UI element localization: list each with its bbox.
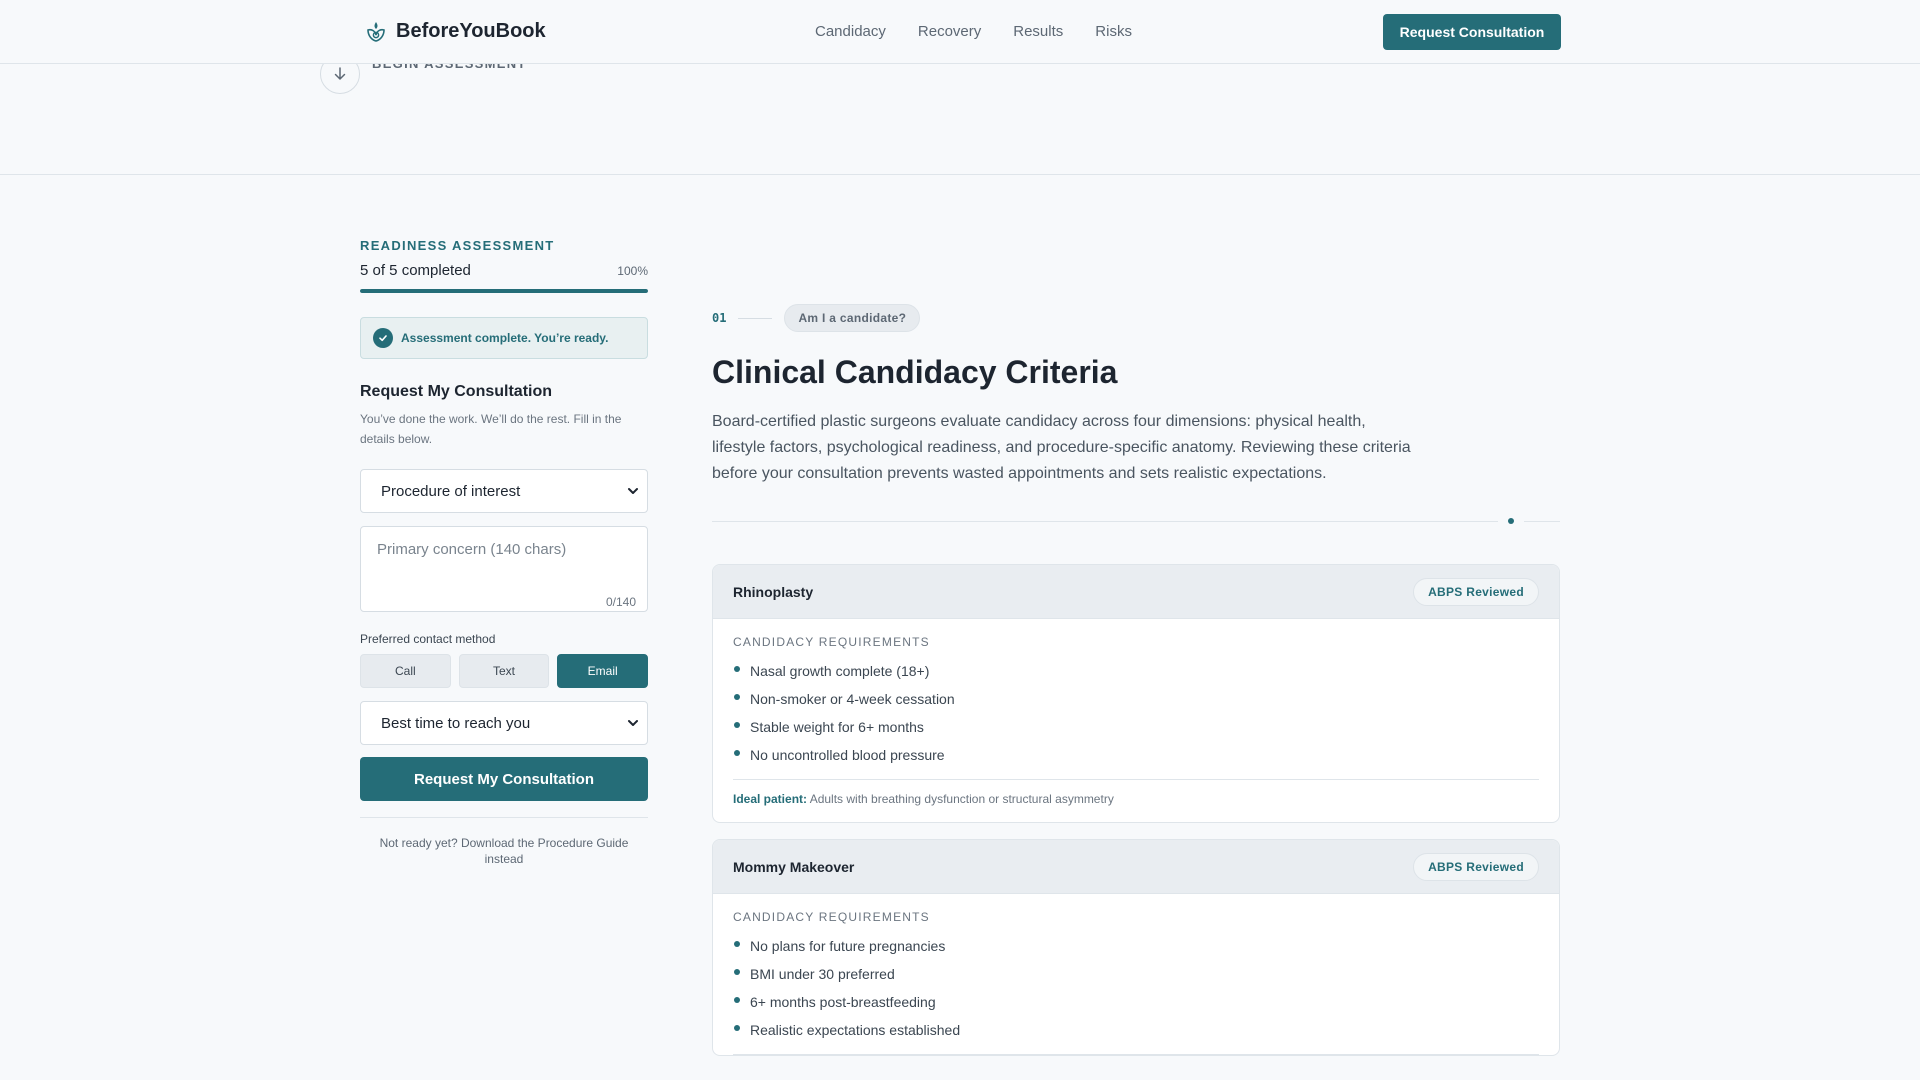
site-header: BeforeYouBook Candidacy Recovery Results…: [0, 0, 1920, 64]
section-description: Board-certified plastic surgeons evaluat…: [712, 413, 1411, 482]
nav-candidacy[interactable]: Candidacy: [815, 23, 886, 40]
section-divider: [0, 174, 1920, 175]
requirements-list: No plans for future pregnancies BMI unde…: [733, 932, 1539, 1044]
contact-call-button[interactable]: Call: [360, 654, 451, 688]
step-indicator: 01 Am I a candidate?: [712, 304, 1560, 332]
list-item: Nasal growth complete (18+): [733, 657, 1539, 685]
nav-risks[interactable]: Risks: [1095, 23, 1132, 40]
lotus-logo-icon: [367, 21, 385, 42]
card-title: Rhinoplasty: [733, 583, 814, 600]
requirements-label: CANDIDACY REQUIREMENTS: [733, 910, 930, 924]
requirement-text: Non-smoker or 4-week cessation: [750, 691, 955, 707]
card-separator: [733, 1054, 1539, 1055]
contact-text-button[interactable]: Text: [458, 654, 550, 688]
list-item: Non-smoker or 4-week cessation: [733, 685, 1539, 713]
card-header: Mommy Makeover ABPS Reviewed: [713, 840, 1559, 894]
list-item: Stable weight for 6+ months: [733, 713, 1539, 741]
readiness-sidebar: READINESS ASSESSMENT 5 of 5 completed 10…: [360, 238, 649, 867]
requirement-text: No uncontrolled blood pressure: [750, 747, 945, 763]
section-title: Clinical Candidacy Criteria: [712, 354, 1118, 390]
progress-text: 5 of 5 completed: [360, 262, 471, 279]
list-item: No uncontrolled blood pressure: [733, 741, 1539, 769]
progress-bar: [360, 289, 648, 293]
progress-row: 5 of 5 completed 100%: [360, 262, 648, 279]
ideal-patient-label: Ideal patient:: [733, 792, 808, 806]
contact-email-button[interactable]: Email: [557, 654, 649, 688]
contact-method-group: Call Text Email: [360, 654, 649, 688]
bullet-dot: [734, 694, 740, 700]
card-body: CANDIDACY REQUIREMENTS Nasal growth comp…: [713, 619, 1559, 822]
requirement-text: Nasal growth complete (18+): [750, 663, 930, 679]
brand-logo[interactable]: BeforeYouBook: [366, 20, 546, 43]
procedure-card-rhinoplasty: Rhinoplasty ABPS Reviewed CANDIDACY REQU…: [712, 564, 1560, 823]
card-body: CANDIDACY REQUIREMENTS No plans for futu…: [713, 894, 1559, 1055]
character-count: 0/140: [605, 595, 636, 609]
bullet-dot: [734, 997, 740, 1003]
step-pill: Am I a candidate?: [784, 304, 921, 332]
requirement-text: BMI under 30 preferred: [750, 966, 895, 982]
procedure-select[interactable]: Procedure of interest: [360, 469, 648, 513]
primary-concern-placeholder: Primary concern (140 chars): [377, 541, 567, 558]
requirement-text: Stable weight for 6+ months: [750, 719, 924, 735]
list-item: Realistic expectations established: [733, 1016, 1539, 1044]
reviewed-badge: ABPS Reviewed: [1413, 577, 1539, 606]
bullet-dot: [734, 969, 740, 975]
bullet-dot: [734, 722, 740, 728]
dot-divider: [712, 518, 1560, 524]
brand-name: BeforeYouBook: [396, 20, 546, 42]
assessment-complete-alert: Assessment complete. You’re ready.: [360, 317, 648, 359]
primary-concern-field[interactable]: Primary concern (140 chars) 0/140: [360, 526, 648, 612]
step-line: [738, 317, 773, 319]
form-title: Request My Consultation: [360, 383, 553, 400]
reviewed-badge: ABPS Reviewed: [1413, 852, 1539, 881]
chevron-down-icon: [628, 488, 638, 494]
card-title: Mommy Makeover: [733, 858, 855, 875]
request-consultation-button[interactable]: Request Consultation: [1383, 14, 1561, 50]
download-guide-link[interactable]: Not ready yet? Download the Procedure Gu…: [360, 835, 648, 867]
progress-bar-fill: [360, 289, 648, 293]
check-icon: [373, 328, 393, 348]
step-number: 01: [712, 311, 727, 325]
bullet-dot: [734, 1025, 740, 1031]
list-item: BMI under 30 preferred: [733, 960, 1539, 988]
contact-method-label: Preferred contact method: [360, 632, 496, 646]
bullet-dot: [734, 666, 740, 672]
card-header: Rhinoplasty ABPS Reviewed: [713, 565, 1559, 619]
list-item: No plans for future pregnancies: [733, 932, 1539, 960]
submit-consultation-button[interactable]: Request My Consultation: [360, 757, 648, 801]
requirement-text: No plans for future pregnancies: [750, 938, 946, 954]
form-description: You’ve done the work. We’ll do the rest.…: [360, 412, 622, 446]
nav-results[interactable]: Results: [1013, 23, 1063, 40]
requirements-list: Nasal growth complete (18+) Non-smoker o…: [733, 657, 1539, 769]
main-nav: Candidacy Recovery Results Risks: [815, 23, 1164, 40]
sidebar-divider: [360, 817, 648, 818]
chevron-down-icon: [628, 720, 638, 726]
nav-recovery[interactable]: Recovery: [918, 23, 981, 40]
procedure-card-mommy-makeover: Mommy Makeover ABPS Reviewed CANDIDACY R…: [712, 839, 1560, 1056]
bullet-dot: [734, 750, 740, 756]
requirement-text: Realistic expectations established: [750, 1022, 961, 1038]
bullet-dot: [734, 941, 740, 947]
candidacy-section: 01 Am I a candidate? Clinical Candidacy …: [712, 304, 1560, 1056]
procedure-select-value: Procedure of interest: [381, 482, 521, 500]
sidebar-eyebrow: READINESS ASSESSMENT: [360, 238, 555, 253]
requirement-text: 6+ months post-breastfeeding: [750, 994, 936, 1010]
divider-dot: [1508, 518, 1514, 524]
best-time-select[interactable]: Best time to reach you: [360, 701, 648, 745]
best-time-select-value: Best time to reach you: [381, 714, 531, 732]
ideal-patient-text: Adults with breathing dysfunction or str…: [809, 792, 1114, 806]
list-item: 6+ months post-breastfeeding: [733, 988, 1539, 1016]
complete-message: Assessment complete. You’re ready.: [401, 331, 609, 345]
ideal-patient: Ideal patient: Adults with breathing dys…: [733, 780, 1539, 822]
progress-percent: 100%: [617, 264, 648, 278]
requirements-label: CANDIDACY REQUIREMENTS: [733, 635, 930, 649]
